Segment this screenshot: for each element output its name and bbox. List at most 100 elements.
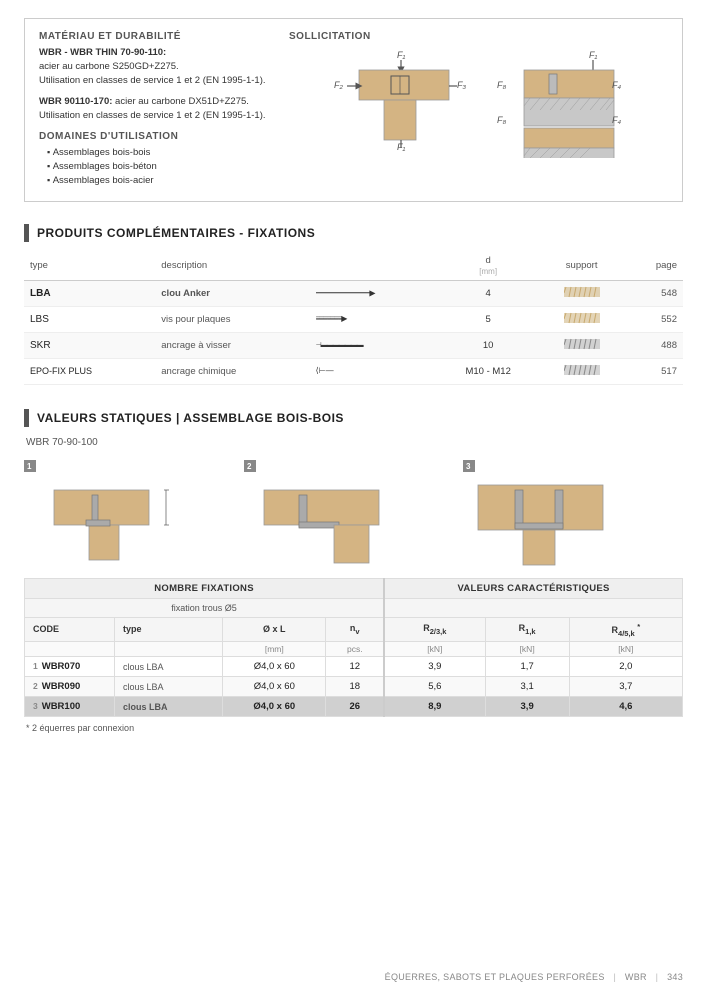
col-nv: nv — [326, 617, 384, 642]
row-r23k: 3,9 — [384, 657, 485, 677]
diagram-1-svg: F₁ F₂ F₃ F₁ — [329, 48, 484, 158]
material2: WBR 90110-170: acier au carbone DX51D+Z2… — [39, 95, 269, 123]
row-num: 2 — [33, 681, 38, 691]
domain-item: Assemblages bois-acier — [47, 174, 269, 188]
sollicitation-title: SOLLICITATION — [289, 31, 371, 42]
row-type: EPO-FIX PLUS — [24, 358, 155, 384]
row-type: clous LBA — [115, 677, 223, 697]
produits-table: type description d[mm] support page LBA … — [24, 252, 683, 385]
section-bar — [24, 224, 29, 242]
row-nv: 12 — [326, 657, 384, 677]
row-diameter: Ø4,0 x 60 — [223, 697, 326, 717]
th-type: type — [24, 252, 155, 281]
table-row: EPO-FIX PLUS ancrage chimique ⟨⊢— M10 - … — [24, 358, 683, 384]
footer-page: 343 — [667, 972, 683, 982]
domains-list: Assemblages bois-bois Assemblages bois-b… — [39, 146, 269, 189]
row-d: 4 — [437, 280, 539, 306]
produits-table-body: LBA clou Anker 4 — [24, 280, 683, 384]
page-footer: ÉQUERRES, SABOTS ET PLAQUES PERFORÉES | … — [385, 972, 683, 982]
row-d: M10 - M12 — [437, 358, 539, 384]
row-type: clous LBA — [115, 657, 223, 677]
row-page: 488 — [624, 332, 683, 358]
row-type: SKR — [24, 332, 155, 358]
footnote: * 2 équerres par connexion — [26, 723, 683, 733]
svg-text:1: 1 — [27, 462, 32, 471]
col-type: type — [115, 617, 223, 642]
unit-code — [25, 642, 115, 657]
wbr-subtitle: WBR 70-90-100 — [26, 437, 683, 448]
material1-bold: WBR - WBR THIN 70-90-110: — [39, 47, 166, 58]
row-arrow: ⟨⊢— — [310, 358, 438, 384]
footer-brand: WBR — [625, 972, 647, 982]
table-group-header-row: NOMBRE FIXATIONS VALEURS CARACTÉRISTIQUE… — [25, 578, 683, 598]
row-desc: clou Anker — [155, 280, 309, 306]
table-row: 2WBR090 clous LBA Ø4,0 x 60 18 5,6 3,1 3… — [25, 677, 683, 697]
row-code: 2WBR090 — [25, 677, 115, 697]
row-r1k: 3,1 — [485, 677, 569, 697]
row-diameter: Ø4,0 x 60 — [223, 677, 326, 697]
valeurs-header: VALEURS STATIQUES | ASSEMBLAGE BOIS-BOIS — [24, 409, 683, 427]
row-arrow — [310, 280, 438, 306]
diagram-svg-1: 1 — [24, 460, 244, 570]
row-page: 552 — [624, 306, 683, 332]
unit-r1k: [kN] — [485, 642, 569, 657]
info-left: MATÉRIAU ET DURABILITÉ WBR - WBR THIN 70… — [39, 31, 269, 189]
row-type: clous LBA — [115, 697, 223, 717]
svg-text:F₃: F₃ — [457, 80, 466, 90]
row-arrow: ⊣▬▬▬▬▬▬▬ — [310, 332, 438, 358]
diagram-col-3: 3 — [463, 460, 683, 570]
footer-pipe-2: | — [656, 972, 659, 982]
info-right: SOLLICITATION F₁ F₂ F₃ — [289, 31, 668, 189]
diagram-svg-3: 3 — [463, 460, 683, 570]
row-nv: 18 — [326, 677, 384, 697]
material2-bold: WBR 90110-170: — [39, 96, 112, 107]
domain-item: Assemblages bois-béton — [47, 160, 269, 174]
row-r23k: 8,9 — [384, 697, 485, 717]
subgroup-fixation: fixation trous Ø5 — [25, 598, 385, 617]
diagram-col-2: 2 — [244, 460, 464, 570]
footer-pipe: | — [613, 972, 616, 982]
unit-type — [115, 642, 223, 657]
group-header-valeurs: VALEURS CARACTÉRISTIQUES — [384, 578, 682, 598]
th-description: description — [155, 252, 309, 281]
diagram-area-wrapper: 1 2 — [24, 460, 683, 570]
row-support — [539, 280, 624, 306]
support-concrete-icon — [564, 337, 600, 351]
row-type: LBA — [24, 280, 155, 306]
valeurs-table: NOMBRE FIXATIONS VALEURS CARACTÉRISTIQUE… — [24, 578, 683, 718]
table-row: 1WBR070 clous LBA Ø4,0 x 60 12 3,9 1,7 2… — [25, 657, 683, 677]
row-r23k: 5,6 — [384, 677, 485, 697]
row-type: LBS — [24, 306, 155, 332]
row-d: 5 — [437, 306, 539, 332]
svg-text:2: 2 — [247, 462, 252, 471]
material-title: MATÉRIAU ET DURABILITÉ — [39, 31, 269, 42]
unit-nv: pcs. — [326, 642, 384, 657]
row-support — [539, 306, 624, 332]
domain-item: Assemblages bois-bois — [47, 146, 269, 160]
svg-text:F₈: F₈ — [497, 80, 506, 90]
row-desc: ancrage à visser — [155, 332, 309, 358]
table-header-row: type description d[mm] support page — [24, 252, 683, 281]
col-diameter: Ø x L — [223, 617, 326, 642]
produits-title: PRODUITS COMPLÉMENTAIRES - FIXATIONS — [37, 226, 315, 240]
support-concrete2-icon — [564, 363, 600, 377]
svg-text:F₂: F₂ — [334, 80, 343, 90]
group-header-fixations: NOMBRE FIXATIONS — [25, 578, 385, 598]
svg-text:F₄: F₄ — [612, 115, 621, 125]
wbr-diagram-3: 3 — [463, 460, 618, 570]
unit-diameter: [mm] — [223, 642, 326, 657]
svg-text:F₄: F₄ — [612, 80, 621, 90]
subgroup-empty — [384, 598, 682, 617]
table-row: LBA clou Anker 4 — [24, 280, 683, 306]
diagrams-row: F₁ F₂ F₃ F₁ — [329, 48, 629, 158]
row-nv: 26 — [326, 697, 384, 717]
row-r45k: 3,7 — [569, 677, 682, 697]
row-num: 3 — [33, 701, 38, 711]
table-row: LBS vis pour plaques ≡≡≡≡≡≡≡▶ 5 — [24, 306, 683, 332]
epoxy-icon: ⟨⊢— — [316, 366, 334, 375]
table-col-header-row: CODE type Ø x L nv R2/3,k R1,k R4/5,k * — [25, 617, 683, 642]
table-subgroup-row: fixation trous Ø5 — [25, 598, 683, 617]
valeurs-section: VALEURS STATIQUES | ASSEMBLAGE BOIS-BOIS… — [24, 409, 683, 734]
th-page: page — [624, 252, 683, 281]
row-r45k: 2,0 — [569, 657, 682, 677]
